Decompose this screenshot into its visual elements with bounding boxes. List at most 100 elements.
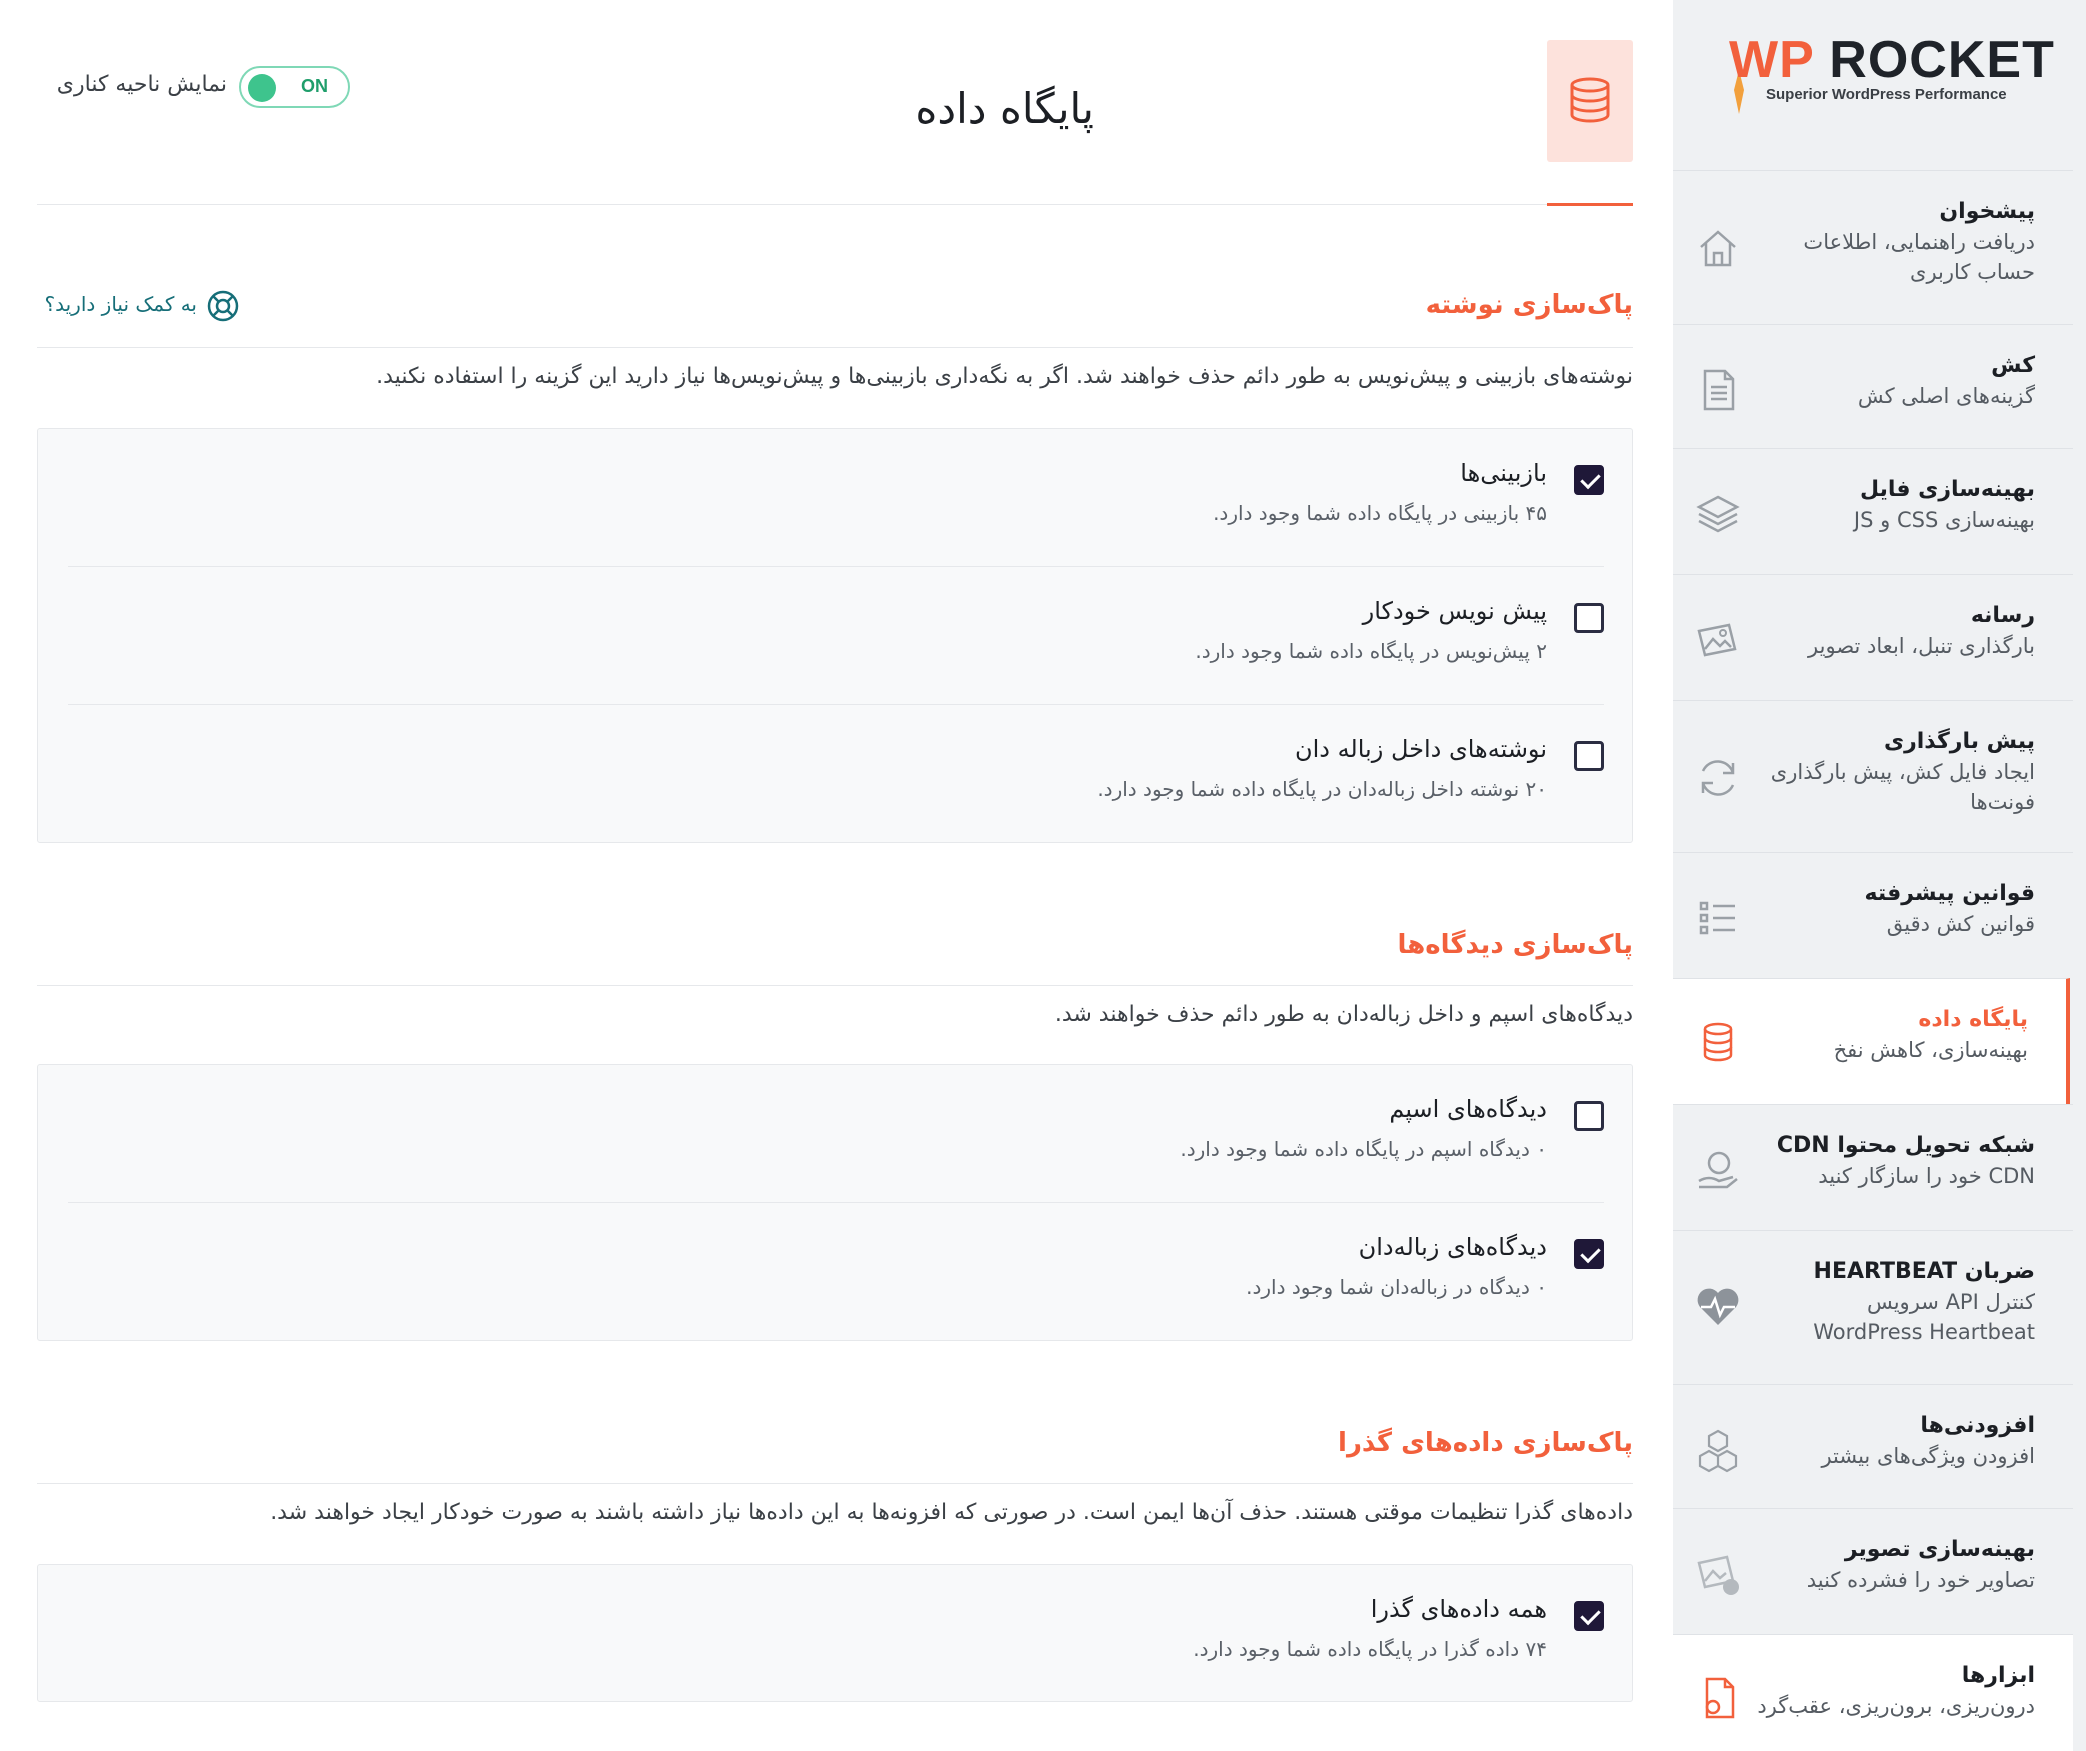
- auto-drafts-checkbox[interactable]: [1574, 603, 1604, 633]
- sidebar-item-cache[interactable]: کش گزینه‌های اصلی کش: [1673, 324, 2073, 448]
- sidebar-item-heartbeat[interactable]: ضربان HEARTBEAT کنترل API سرویس WordPres…: [1673, 1230, 2073, 1384]
- toggle-state-label: ON: [301, 76, 328, 96]
- sidebar-item-desc: ایجاد فایل کش، پیش بارگذاری فونت‌ها: [1770, 760, 2035, 814]
- main-content: نمایش ناحیه کناری ON پایگاه داده به کمک …: [0, 0, 1673, 1751]
- tools-file-icon: [1705, 1677, 1735, 1719]
- sidebar-item-title: قوانین پیشرفته: [1864, 881, 2035, 906]
- trashed-comments-checkbox[interactable]: [1574, 1239, 1604, 1269]
- sidebar-item-title: کش: [1991, 353, 2035, 378]
- toggle-knob: [248, 74, 276, 102]
- sidebar-item-desc: CDN خود را سازگار کنید: [1818, 1164, 2035, 1188]
- logo-tagline: Superior WordPress Performance: [1766, 86, 2007, 103]
- sidebar-item-desc: بارگذاری تنبل، ابعاد تصویر: [1808, 634, 2035, 658]
- spam-comments-checkbox[interactable]: [1574, 1101, 1604, 1131]
- globe-hand-icon: [1698, 1151, 1738, 1189]
- option-label[interactable]: همه داده‌های گذرا: [1371, 1595, 1547, 1623]
- option-desc: ۲ پیش‌نویس در پایگاه داده شما وجود دارد.: [1195, 639, 1547, 663]
- option-desc: ۲۰ نوشته داخل زباله‌دان در پایگاه داده ش…: [1097, 777, 1547, 801]
- all-transients-checkbox[interactable]: [1574, 1601, 1604, 1631]
- refresh-icon: [1701, 760, 1735, 796]
- section-divider: [37, 347, 1633, 348]
- header-accent-bar: [1547, 203, 1633, 206]
- document-icon: [1703, 369, 1735, 411]
- database-icon: [1703, 1022, 1733, 1062]
- option-label[interactable]: نوشته‌های داخل زباله دان: [1295, 735, 1547, 763]
- logo-wordmark: WP ROCKET: [1729, 31, 2055, 89]
- option-trashed-posts: نوشته‌های داخل زباله دان ۲۰ نوشته داخل ز…: [68, 705, 1604, 843]
- images-icon: [1697, 623, 1737, 657]
- sidebar-item-dashboard[interactable]: پیشخوان دریافت راهنمایی، اطلاعات حساب کا…: [1673, 170, 2073, 324]
- option-label[interactable]: دیدگاه‌های اسپم: [1389, 1095, 1547, 1123]
- section-desc-comment-cleanup: دیدگاه‌های اسپم و داخل زباله‌دان به طور …: [1054, 1002, 1633, 1027]
- option-desc: ۰ دیدگاه اسپم در پایگاه داده شما وجود دا…: [1180, 1137, 1547, 1161]
- option-label[interactable]: بازبینی‌ها: [1460, 459, 1547, 487]
- option-all-transients: همه داده‌های گذرا ۷۴ داده گذرا در پایگاه…: [68, 1565, 1604, 1703]
- sidebar-item-cdn[interactable]: شبکه تحویل محتوا CDN CDN خود را سازگار ک…: [1673, 1104, 2073, 1230]
- lifebuoy-icon: [207, 290, 239, 322]
- page-title: پایگاه داده: [915, 84, 1094, 133]
- sidebar-item-desc: درون‌ریزی، برون‌ریزی، عقب‌گرد: [1757, 1694, 2035, 1718]
- section-title-comment-cleanup: پاک‌سازی دیدگاه‌ها: [1397, 930, 1633, 960]
- wp-rocket-logo[interactable]: WP ROCKET Superior WordPress Performance: [1673, 0, 2086, 170]
- sidebar-item-image-optimization[interactable]: بهینه‌سازی تصویر تصاویر خود را فشرده کنی…: [1673, 1508, 2073, 1634]
- help-link-text[interactable]: به کمک نیاز دارید؟: [37, 292, 198, 316]
- sidebar-item-title: پیشخوان: [1939, 199, 2035, 224]
- section-title-post-cleanup: پاک‌سازی نوشته: [1425, 290, 1633, 320]
- sidebar-item-desc: گزینه‌های اصلی کش: [1857, 384, 2035, 408]
- sidebar-item-desc: قوانین کش دقیق: [1886, 912, 2035, 936]
- sidebar-item-preload[interactable]: پیش بارگذاری ایجاد فایل کش، پیش بارگذاری…: [1673, 700, 2073, 852]
- sidebar-item-title: پیش بارگذاری: [1883, 729, 2035, 754]
- sidebar-item-desc: کنترل API سرویس WordPress Heartbeat: [1813, 1290, 2035, 1344]
- layers-icon: [1696, 495, 1740, 533]
- option-desc: ۰ دیدگاه در زباله‌دان شما وجود دارد.: [1246, 1275, 1547, 1299]
- sidebar-item-desc: افزودن ویژگی‌های بیشتر: [1821, 1444, 2035, 1468]
- header-divider: [37, 204, 1633, 205]
- option-spam-comments: دیدگاه‌های اسپم ۰ دیدگاه اسپم در پایگاه …: [68, 1065, 1604, 1203]
- database-icon: [1570, 77, 1610, 123]
- sidebar-toggle-label: نمایش ناحیه کناری: [56, 72, 227, 97]
- sidebar-item-desc: دریافت راهنمایی، اطلاعات حساب کاربری: [1803, 230, 2035, 284]
- sidebar-item-title: بهینه‌سازی تصویر: [1844, 1537, 2035, 1562]
- post-cleanup-card: بازبینی‌ها ۴۵ بازبینی در پایگاه داده شما…: [37, 428, 1633, 843]
- cubes-icon: [1698, 1429, 1738, 1473]
- option-auto-drafts: پیش نویس خودکار ۲ پیش‌نویس در پایگاه داد…: [68, 567, 1604, 705]
- image-compress-icon: [1697, 1555, 1739, 1595]
- section-divider: [37, 1483, 1633, 1484]
- sidebar-item-title: شبکه تحویل محتوا CDN: [1776, 1133, 2035, 1158]
- sidebar-item-title: افزودنی‌ها: [1920, 1413, 2035, 1438]
- sidebar-item-title: ابزارها: [1961, 1663, 2035, 1688]
- section-title-transients-cleanup: پاک‌سازی داده‌های گذرا: [1338, 1428, 1633, 1458]
- sidebar-item-database[interactable]: پایگاه داده بهینه‌سازی، کاهش نفخ: [1673, 978, 2070, 1104]
- section-divider: [37, 985, 1633, 986]
- sidebar-item-title: ضربان HEARTBEAT: [1813, 1259, 2035, 1284]
- sidebar-item-addons[interactable]: افزودنی‌ها افزودن ویژگی‌های بیشتر: [1673, 1384, 2073, 1508]
- section-desc-transients-cleanup: داده‌های گذرا تنظیمات موقتی هستند. حذف آ…: [270, 1500, 1633, 1525]
- option-label[interactable]: دیدگاه‌های زباله‌دان: [1359, 1233, 1547, 1261]
- option-desc: ۷۴ داده گذرا در پایگاه داده شما وجود دار…: [1193, 1637, 1547, 1661]
- heartbeat-icon: [1697, 1288, 1739, 1325]
- sidebar-item-file-optimization[interactable]: بهینه‌سازی فایل بهینه‌سازی CSS و JS: [1673, 448, 2073, 574]
- trashed-posts-checkbox[interactable]: [1574, 741, 1604, 771]
- sidebar-item-desc: تصاویر خود را فشرده کنید: [1806, 1568, 2035, 1592]
- sidebar-toggle-switch[interactable]: ON: [239, 66, 350, 108]
- sidebar-item-advanced-rules[interactable]: قوانین پیشرفته قوانین کش دقیق: [1673, 852, 2073, 978]
- sidebar-item-title: بهینه‌سازی فایل: [1859, 477, 2035, 502]
- option-revisions: بازبینی‌ها ۴۵ بازبینی در پایگاه داده شما…: [68, 429, 1604, 567]
- page-title-icon-box: [1547, 40, 1633, 162]
- list-icon: [1699, 901, 1735, 935]
- sidebar-item-desc: بهینه‌سازی، کاهش نفخ: [1833, 1038, 2028, 1062]
- sidebar: WP ROCKET Superior WordPress Performance…: [1673, 0, 2086, 1751]
- option-desc: ۴۵ بازبینی در پایگاه داده شما وجود دارد.: [1213, 501, 1547, 525]
- sidebar-item-tools[interactable]: ابزارها درون‌ریزی، برون‌ریزی، عقب‌گرد: [1673, 1634, 2073, 1751]
- sidebar-item-media[interactable]: رسانه بارگذاری تنبل، ابعاد تصویر: [1673, 574, 2073, 700]
- sidebar-item-title: پایگاه داده: [1918, 1007, 2028, 1032]
- option-label[interactable]: پیش نویس خودکار: [1363, 597, 1547, 625]
- revisions-checkbox[interactable]: [1574, 465, 1604, 495]
- comment-cleanup-card: دیدگاه‌های اسپم ۰ دیدگاه اسپم در پایگاه …: [37, 1064, 1633, 1341]
- home-icon: [1700, 230, 1736, 267]
- section-desc-post-cleanup: نوشته‌های بازبینی و پیش‌نویس به طور دائم…: [376, 364, 1633, 389]
- option-trashed-comments: دیدگاه‌های زباله‌دان ۰ دیدگاه در زباله‌د…: [68, 1203, 1604, 1341]
- transients-cleanup-card: همه داده‌های گذرا ۷۴ داده گذرا در پایگاه…: [37, 1564, 1633, 1702]
- sidebar-item-desc: بهینه‌سازی CSS و JS: [1853, 508, 2035, 532]
- sidebar-item-title: رسانه: [1970, 603, 2035, 628]
